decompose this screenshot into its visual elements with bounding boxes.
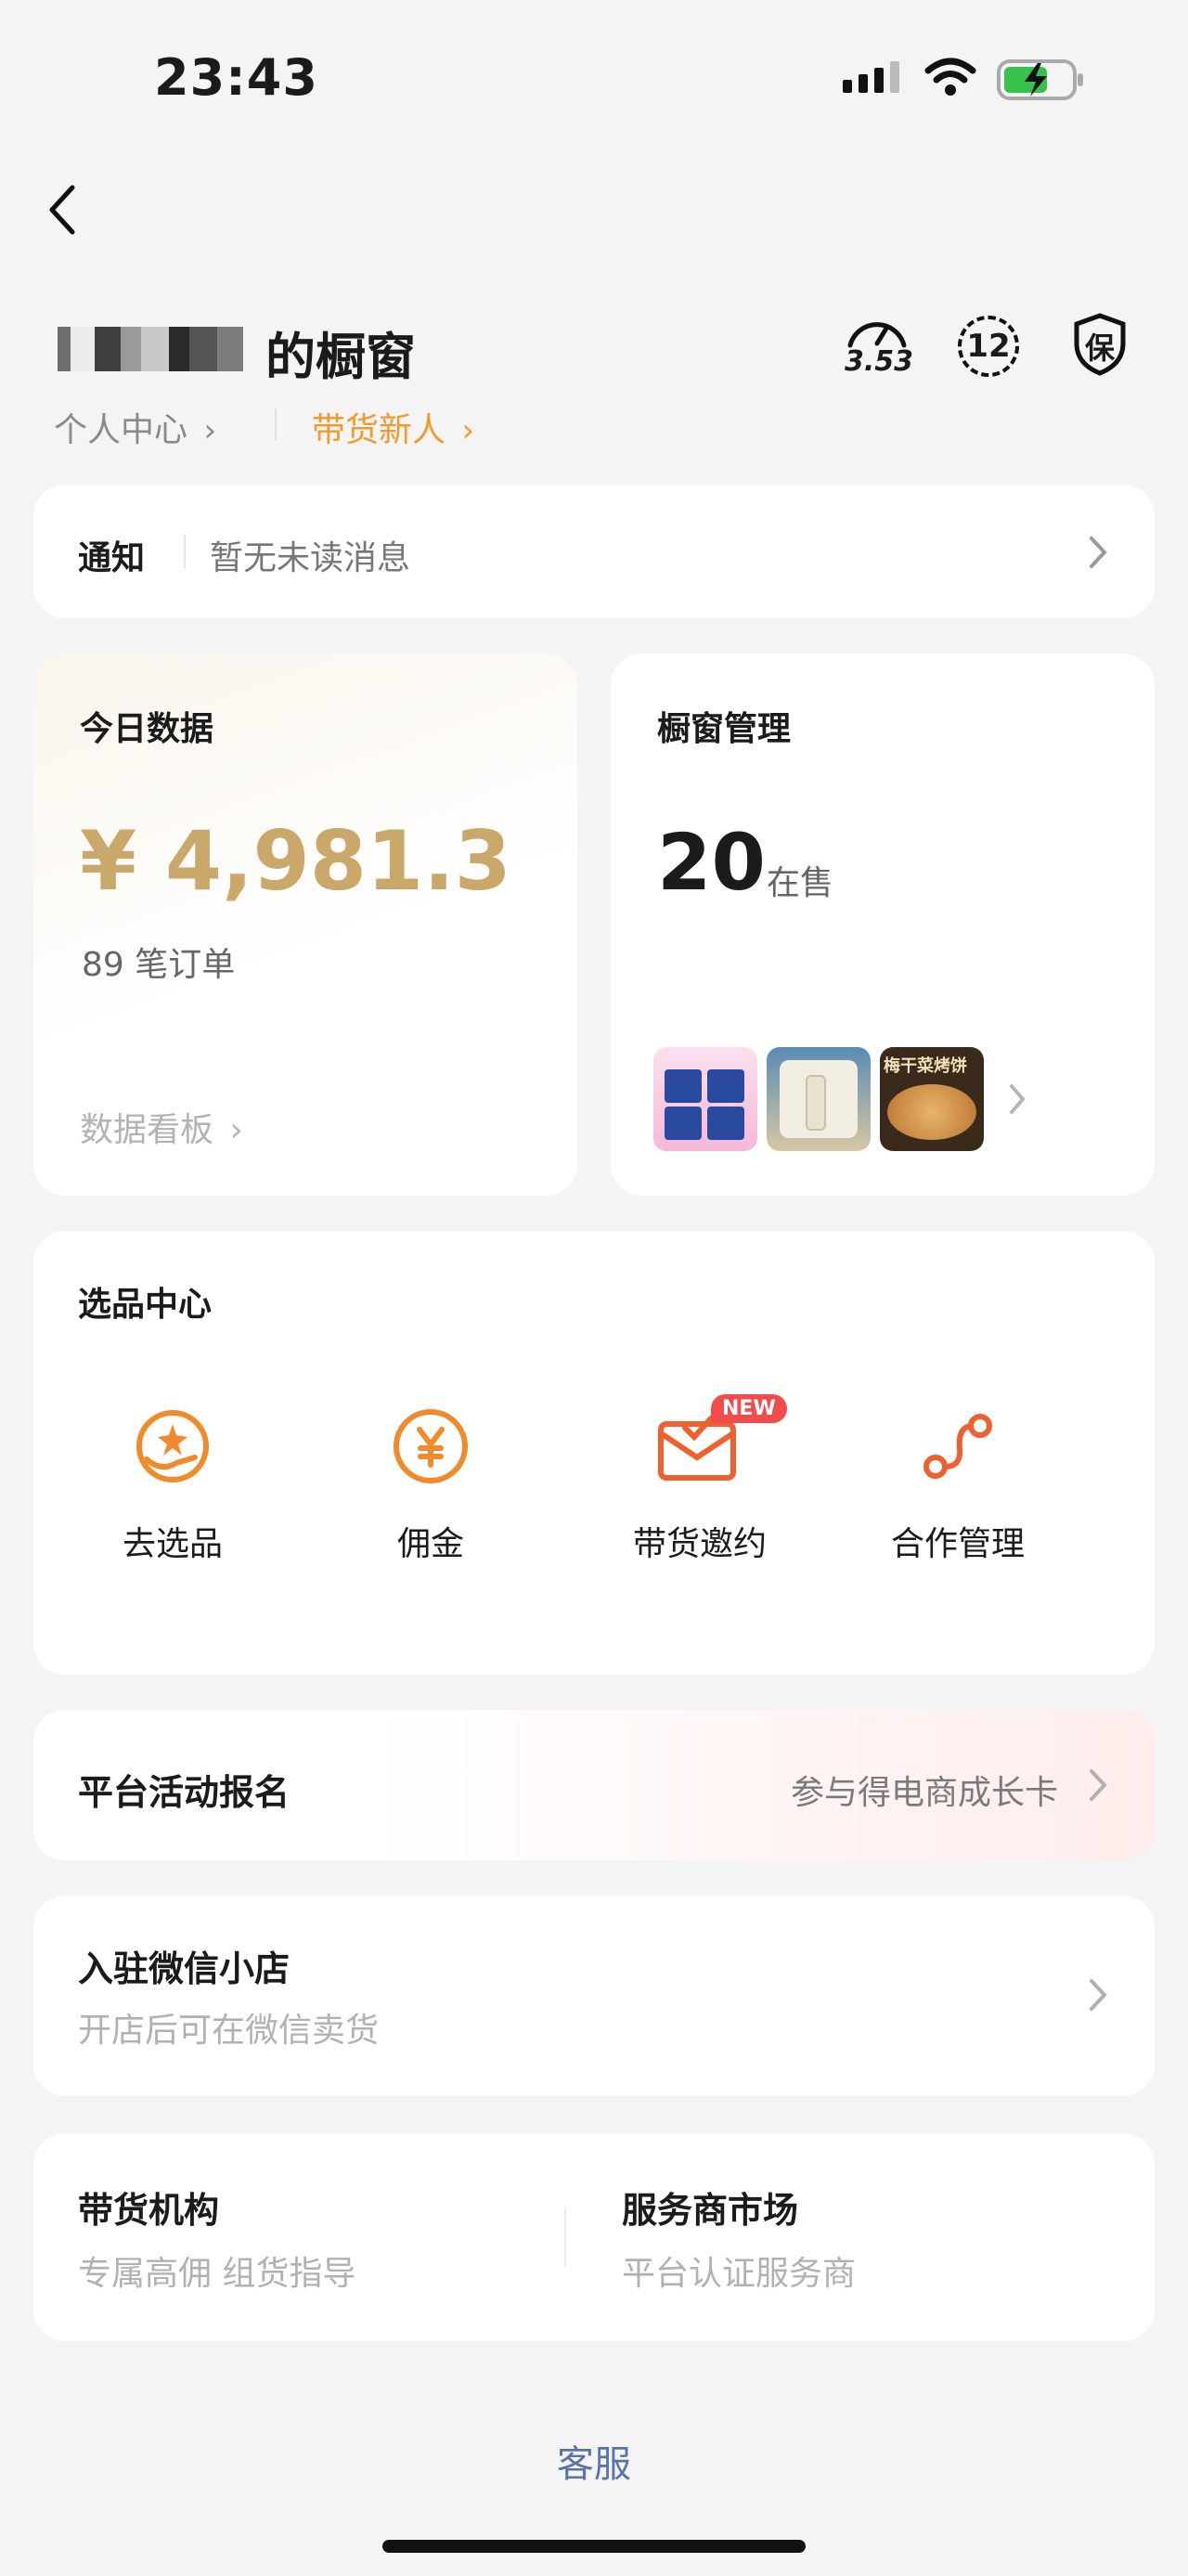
level-badge-icon[interactable]: 12 <box>958 316 1019 377</box>
personal-center-link[interactable]: 个人中心 › <box>54 403 216 451</box>
window-management-card[interactable]: 橱窗管理 20 在售 梅干菜烤饼 <box>611 654 1155 1196</box>
route-icon <box>923 1414 992 1479</box>
guarantee-shield-icon[interactable]: 保 <box>1071 312 1129 377</box>
chevron-right-icon <box>1090 1979 1107 2011</box>
selection-item-label: 带货邀约 <box>632 1525 767 1563</box>
cooperation-management-button[interactable]: 合作管理 <box>869 1407 1047 1584</box>
window-mgmt-title: 橱窗管理 <box>657 710 792 748</box>
service-market-subtitle: 平台认证服务商 <box>622 2255 857 2293</box>
store-title: 的橱窗 <box>265 328 416 386</box>
today-orders: 89 笔订单 <box>82 946 236 984</box>
score-value: 3.53 <box>845 345 914 378</box>
on-sale-label: 在售 <box>767 864 834 902</box>
sales-agency-title: 带货机构 <box>78 2190 220 2231</box>
commission-button[interactable]: 佣金 <box>353 1407 509 1584</box>
owner-name-pixelated <box>58 327 243 371</box>
thumbnail-caption: 梅干菜烤饼 <box>884 1056 967 1076</box>
yen-coin-icon <box>394 1409 468 1483</box>
newbie-level-link[interactable]: 带货新人 › <box>312 403 474 451</box>
chevron-right-icon: › <box>203 412 217 449</box>
services-card: 带货机构 专属高佣 组货指导 服务商市场 平台认证服务商 <box>33 2133 1155 2341</box>
sales-agency-subtitle: 专属高佣 组货指导 <box>78 2255 356 2293</box>
sales-invitation-button[interactable]: NEW 带货邀约 <box>611 1394 789 1584</box>
selection-center-title: 选品中心 <box>78 1286 213 1324</box>
platform-activity-card[interactable]: 平台活动报名 参与得电商成长卡 <box>33 1710 1155 1860</box>
chevron-right-icon: › <box>229 1111 243 1149</box>
divider <box>564 2207 566 2267</box>
growth-card-link: 参与得电商成长卡 <box>790 1774 1058 1812</box>
home-indicator <box>382 2540 806 2553</box>
wechat-shop-subtitle: 开店后可在微信卖货 <box>78 2012 380 2050</box>
score-gauge[interactable]: 3.53 <box>839 308 915 382</box>
platform-activity-title: 平台活动报名 <box>78 1772 291 1813</box>
hand-star-icon <box>136 1410 209 1482</box>
level-badge-count: 12 <box>966 328 1011 365</box>
today-data-title: 今日数据 <box>80 710 214 748</box>
selection-center-card: 选品中心 去选品 佣金 NEW 带货邀约 合作管理 <box>33 1231 1155 1675</box>
sales-agency-entry[interactable]: 带货机构 专属高佣 组货指导 <box>33 2133 581 2341</box>
chevron-right-icon <box>1010 1084 1026 1114</box>
wechat-shop-card[interactable]: 入驻微信小店 开店后可在微信卖货 <box>33 1896 1155 2096</box>
product-thumbnail[interactable] <box>653 1047 757 1151</box>
service-market-title: 服务商市场 <box>622 2190 799 2231</box>
notice-text: 暂无未读消息 <box>210 539 411 577</box>
chevron-right-icon <box>1090 1769 1107 1801</box>
customer-service-link[interactable]: 客服 <box>520 2434 668 2488</box>
divider <box>275 408 277 440</box>
new-badge: NEW <box>711 1394 787 1423</box>
notice-card[interactable]: 通知 暂无未读消息 <box>33 485 1155 618</box>
today-amount: ¥ 4,981.3 <box>80 813 511 909</box>
cellular-signal-icon <box>843 61 899 93</box>
chevron-right-icon <box>1090 537 1107 568</box>
notice-label: 通知 <box>78 539 146 577</box>
product-thumbnail[interactable] <box>767 1047 871 1151</box>
divider <box>184 535 186 568</box>
go-select-products-button[interactable]: 去选品 <box>95 1407 251 1584</box>
guarantee-label: 保 <box>1085 330 1116 366</box>
selection-item-label: 合作管理 <box>890 1525 1025 1563</box>
wechat-shop-title: 入驻微信小店 <box>78 1948 291 1989</box>
status-time: 23:43 <box>154 48 318 107</box>
battery-charging-icon <box>997 59 1083 100</box>
service-market-entry[interactable]: 服务商市场 平台认证服务商 <box>590 2133 1155 2341</box>
chevron-right-icon: › <box>461 412 475 449</box>
on-sale-count: 20 <box>657 817 766 908</box>
wifi-icon <box>924 58 976 96</box>
selection-item-label: 佣金 <box>396 1525 464 1563</box>
dashboard-link[interactable]: 数据看板 › <box>80 1103 243 1151</box>
product-thumbnail[interactable]: 梅干菜烤饼 <box>880 1047 984 1151</box>
today-data-card[interactable]: 今日数据 ¥ 4,981.3 89 笔订单 数据看板 › <box>33 654 577 1196</box>
back-arrow-icon[interactable] <box>45 182 82 238</box>
selection-item-label: 去选品 <box>122 1525 223 1563</box>
